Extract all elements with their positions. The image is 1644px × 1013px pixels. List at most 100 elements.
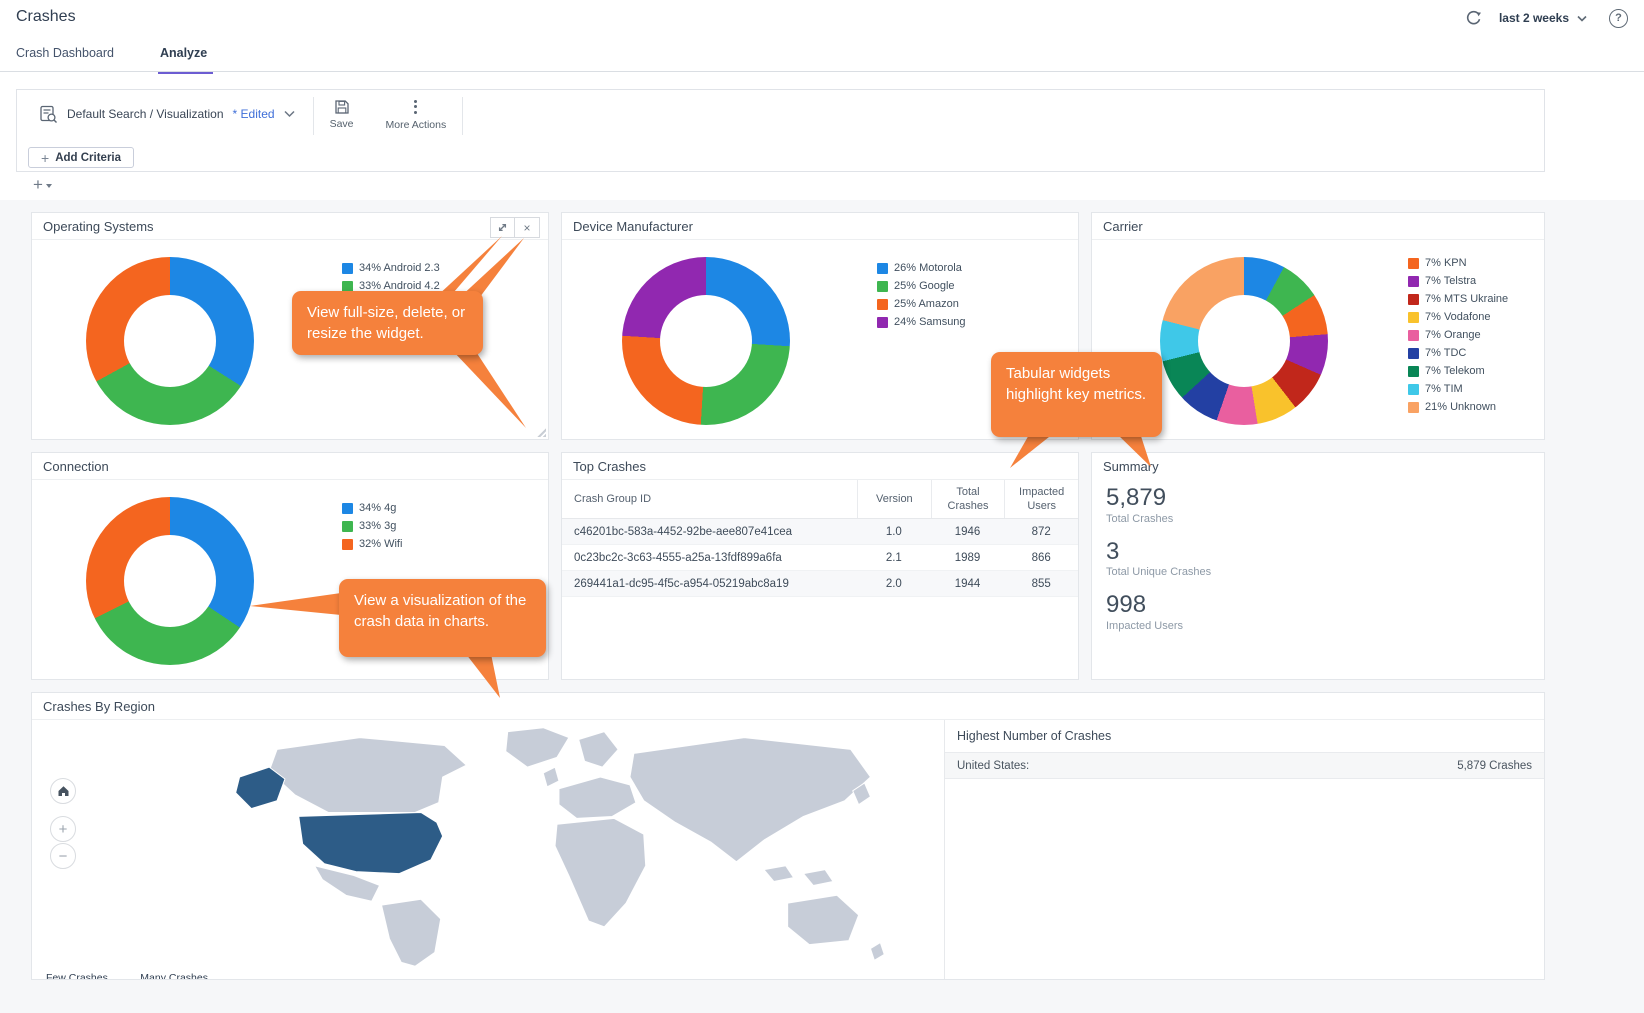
- table-cell: 2.1: [857, 552, 931, 564]
- widget-title: Carrier: [1103, 219, 1143, 234]
- table-cell: 2.0: [857, 578, 931, 590]
- region-name: United States:: [957, 760, 1029, 772]
- legend-swatch: [877, 317, 888, 328]
- saved-search-dropdown[interactable]: Default Search / Visualization * Edited: [17, 105, 313, 124]
- legend-swatch: [1408, 402, 1419, 413]
- crash-analyze-page: Crashes last 2 weeks ? Crash Dashboard A…: [0, 0, 1644, 1013]
- region-list-item: United States: 5,879 Crashes: [945, 752, 1544, 779]
- legend-swatch: [1408, 276, 1419, 287]
- chart-legend: 34% 4g33% 3g32% Wifi: [342, 499, 402, 553]
- save-icon: [334, 99, 350, 115]
- legend-label: 26% Motorola: [894, 262, 962, 274]
- table-cell: 866: [1004, 552, 1078, 564]
- widget-title: Connection: [43, 459, 109, 474]
- expand-widget-button[interactable]: [490, 217, 515, 238]
- tab-analyze[interactable]: Analyze: [160, 46, 207, 74]
- legend-swatch: [342, 263, 353, 274]
- chart-legend: 34% Android 2.333% Android 4.2: [342, 259, 440, 295]
- legend-item: 7% Telstra: [1408, 272, 1508, 290]
- crashes-map[interactable]: + − Few Crashes Many Crashes: [32, 720, 944, 979]
- metric-label: Total Crashes: [1106, 513, 1530, 525]
- legend-label: 7% TDC: [1425, 347, 1466, 359]
- legend-item: 7% Telekom: [1408, 362, 1508, 380]
- plus-icon: +: [41, 151, 49, 165]
- refresh-button[interactable]: [1463, 7, 1485, 29]
- widget-summary: Summary 5,879Total Crashes3Total Unique …: [1091, 452, 1545, 680]
- column-header[interactable]: Version: [857, 480, 931, 518]
- edited-flag: * Edited: [233, 107, 275, 121]
- legend-item: 25% Amazon: [877, 295, 966, 313]
- table-cell: 872: [1004, 526, 1078, 538]
- table-cell: 1944: [931, 578, 1005, 590]
- widget-title: Operating Systems: [43, 219, 154, 234]
- table-cell: 1946: [931, 526, 1005, 538]
- legend-item: 7% MTS Ukraine: [1408, 290, 1508, 308]
- plus-icon: +: [59, 821, 68, 838]
- widget-title: Crashes By Region: [43, 699, 155, 714]
- refresh-icon: [1464, 8, 1484, 28]
- table-cell: 1.0: [857, 526, 931, 538]
- map-home-button[interactable]: [50, 778, 76, 804]
- legend-swatch: [1408, 258, 1419, 269]
- metric-value: 998: [1106, 591, 1530, 619]
- table-body: c46201bc-583a-4452-92be-aee807e41cea1.01…: [562, 519, 1078, 597]
- page-title: Crashes: [16, 8, 76, 26]
- chevron-down-icon: [284, 110, 295, 118]
- connection-donut-chart: [86, 497, 254, 665]
- legend-swatch: [342, 281, 353, 292]
- save-button[interactable]: Save: [314, 95, 370, 134]
- metric-value: 5,879: [1106, 484, 1530, 512]
- legend-item: 7% Orange: [1408, 326, 1508, 344]
- legend-item: 7% KPN: [1408, 254, 1508, 272]
- tab-crash-dashboard[interactable]: Crash Dashboard: [16, 46, 114, 74]
- column-header[interactable]: Crash Group ID: [562, 480, 857, 518]
- legend-label: 7% TIM: [1425, 383, 1463, 395]
- add-criteria-button[interactable]: + Add Criteria: [28, 147, 134, 168]
- expand-icon: [497, 222, 508, 233]
- canada-shape: [269, 738, 466, 813]
- help-icon[interactable]: ?: [1609, 9, 1628, 28]
- legend-swatch: [342, 539, 353, 550]
- legend-label: 25% Amazon: [894, 298, 959, 310]
- more-actions-icon: [414, 98, 417, 116]
- summary-metric: 998Impacted Users: [1106, 591, 1530, 632]
- alaska-region-shape[interactable]: [236, 767, 285, 808]
- chart-legend: 7% KPN7% Telstra7% MTS Ukraine7% Vodafon…: [1408, 254, 1508, 416]
- close-widget-button[interactable]: ×: [515, 217, 540, 238]
- legend-high-label: Many Crashes: [140, 972, 208, 979]
- time-range-label: last 2 weeks: [1499, 11, 1569, 25]
- crash-group-id-cell: 269441a1-dc95-4f5c-a954-05219abc8a19: [562, 578, 857, 590]
- world-map[interactable]: [212, 724, 902, 969]
- us-region-shape[interactable]: [299, 812, 443, 873]
- europe-shape: [559, 777, 636, 818]
- table-row[interactable]: 0c23bc2c-3c63-4555-a25a-13fdf899a6fa2.11…: [562, 545, 1078, 571]
- legend-swatch: [877, 299, 888, 310]
- panel-title: Highest Number of Crashes: [957, 729, 1111, 743]
- column-header[interactable]: Total Crashes: [931, 480, 1005, 518]
- map-zoom-in-button[interactable]: +: [50, 816, 76, 842]
- resize-handle[interactable]: [536, 427, 546, 437]
- saved-search-label: Default Search / Visualization: [67, 107, 224, 121]
- header-divider: [0, 71, 1644, 72]
- more-actions-button[interactable]: More Actions: [370, 94, 463, 135]
- legend-item: 7% TDC: [1408, 344, 1508, 362]
- legend-item: 34% 4g: [342, 499, 402, 517]
- plus-icon: +: [33, 176, 43, 193]
- time-range-dropdown[interactable]: last 2 weeks: [1499, 11, 1587, 25]
- table-row[interactable]: 269441a1-dc95-4f5c-a954-05219abc8a192.01…: [562, 571, 1078, 597]
- table-cell: 855: [1004, 578, 1078, 590]
- legend-label: 7% Telekom: [1425, 365, 1485, 377]
- highest-crashes-panel: Highest Number of Crashes United States:…: [945, 720, 1544, 979]
- uk-shape: [543, 767, 559, 787]
- legend-swatch: [1408, 384, 1419, 395]
- legend-swatch: [1408, 330, 1419, 341]
- operating-systems-donut-chart: [86, 257, 254, 425]
- add-widget-button[interactable]: +: [33, 176, 52, 193]
- column-header[interactable]: Impacted Users: [1004, 480, 1078, 518]
- widget-title: Top Crashes: [573, 459, 646, 474]
- legend-item: 33% 3g: [342, 517, 402, 535]
- south-america-shape: [382, 899, 441, 966]
- table-row[interactable]: c46201bc-583a-4452-92be-aee807e41cea1.01…: [562, 519, 1078, 545]
- legend-label: 7% Telstra: [1425, 275, 1476, 287]
- map-zoom-out-button[interactable]: −: [50, 843, 76, 869]
